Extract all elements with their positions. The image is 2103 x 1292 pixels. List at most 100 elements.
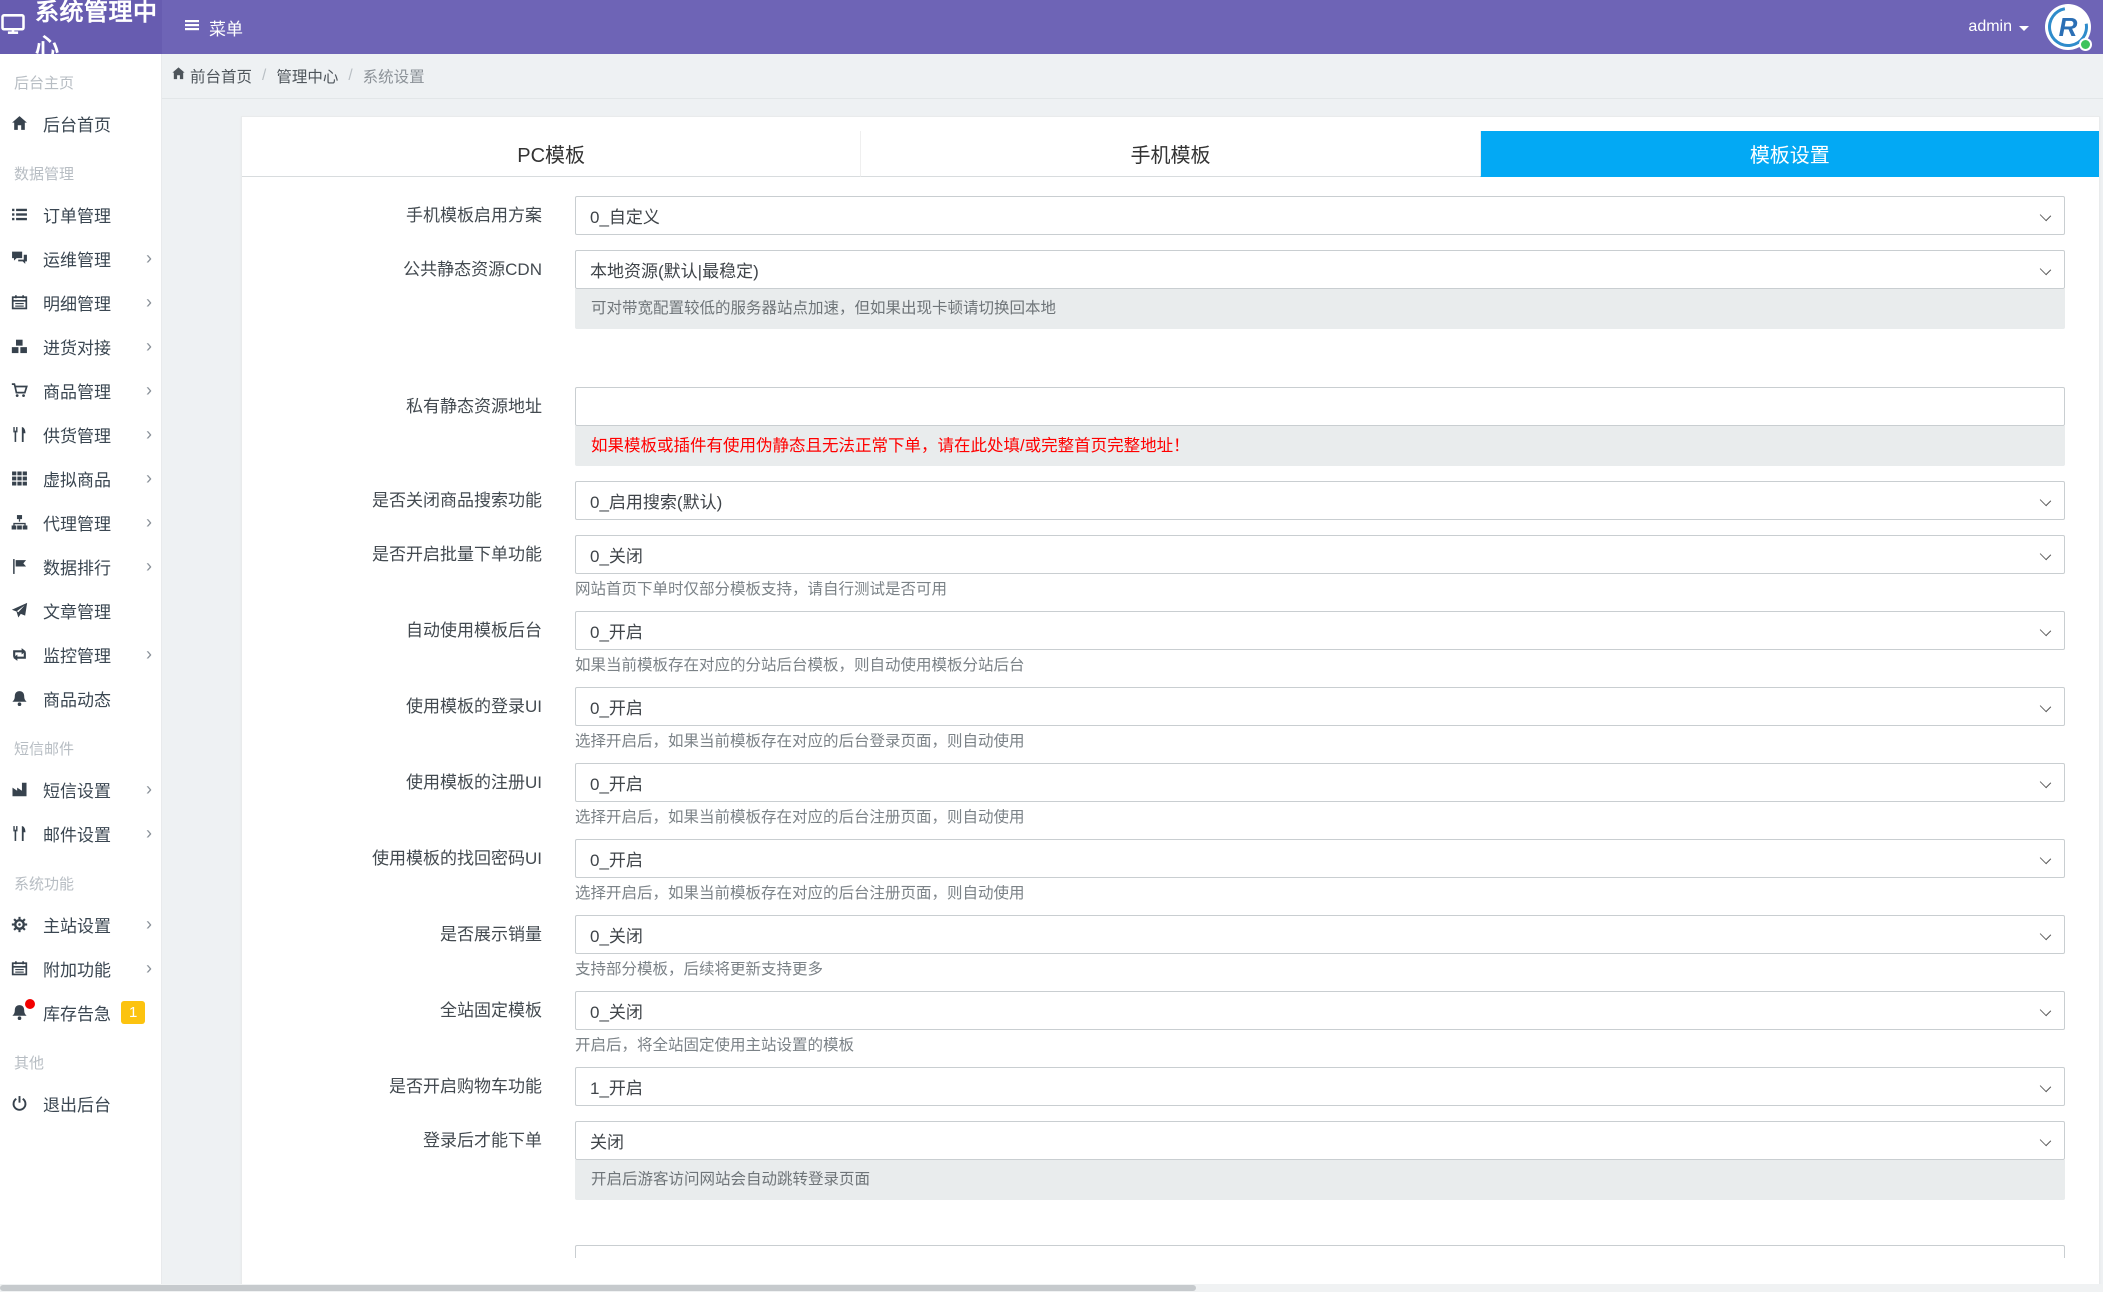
field-warning-text: 如果模板或插件有使用伪静态且无法正常下单，请在此处填/或完整首页完整地址！ bbox=[575, 426, 2065, 466]
sidebar-item-数据排行[interactable]: 数据排行 › bbox=[0, 544, 161, 588]
chevron-down-icon bbox=[2039, 263, 2052, 276]
field-label: 是否开启批量下单功能 bbox=[372, 545, 542, 564]
form-row: 手机模板启用方案 0_自定义 bbox=[242, 196, 2099, 235]
select-使用模板的找回密码UI[interactable]: 0_开启 bbox=[575, 839, 2065, 878]
avatar[interactable]: R bbox=[2040, 0, 2096, 55]
main-area: 前台首页 / 管理中心 / 系统设置 PC模板 手机模板 模板设置 手机模板启用方案 0_自定… bbox=[162, 54, 2103, 1292]
sidebar-item-虚拟商品[interactable]: 虚拟商品 › bbox=[0, 456, 161, 500]
sidebar-item-主站设置[interactable]: 主站设置 › bbox=[0, 902, 161, 946]
select-登录后才能下单[interactable]: 关闭 bbox=[575, 1121, 2065, 1160]
horizontal-scrollbar-thumb[interactable] bbox=[0, 1285, 1196, 1291]
chevron-down-icon bbox=[2039, 776, 2052, 789]
menu-label: 菜单 bbox=[209, 19, 243, 39]
sidebar-item-代理管理[interactable]: 代理管理 › bbox=[0, 500, 161, 544]
sidebar-item-库存告急[interactable]: 库存告急 1 bbox=[0, 990, 161, 1034]
sidebar-item-明细管理[interactable]: 明细管理 › bbox=[0, 280, 161, 324]
tab-label: 模板设置 bbox=[1749, 145, 1830, 167]
sidebar-item-订单管理[interactable]: 订单管理 bbox=[0, 192, 161, 236]
form-row: 私有静态资源地址 如果模板或插件有使用伪静态且无法正常下单，请在此处填/或完整首页… bbox=[242, 387, 2099, 466]
select-自动使用模板后台[interactable]: 0_开启 bbox=[575, 611, 2065, 650]
chevron-right-icon: › bbox=[146, 424, 152, 444]
chevron-down-icon bbox=[2039, 1004, 2052, 1017]
tab-PC模板[interactable]: PC模板 bbox=[242, 131, 861, 177]
form-row: 公共静态资源CDN 本地资源(默认|最稳定) 可对带宽配置较低的服务器站点加速，但如… bbox=[242, 250, 2099, 329]
field-control: 0_开启 如果当前模板存在对应的分站后台模板，则自动使用模板分站后台 bbox=[575, 611, 2065, 676]
sidebar-item-label: 附加功能 bbox=[43, 960, 111, 980]
app-brand[interactable]: 系统管理中心 bbox=[0, 0, 162, 61]
chevron-right-icon: › bbox=[146, 468, 152, 488]
select-手机模板启用方案[interactable]: 0_自定义 bbox=[575, 196, 2065, 235]
sidebar-item-label: 订单管理 bbox=[43, 206, 111, 226]
hidden-partial-select[interactable] bbox=[575, 1245, 2065, 1258]
select-是否开启批量下单功能[interactable]: 0_关闭 bbox=[575, 535, 2065, 574]
sidebar-item-label: 短信设置 bbox=[43, 781, 111, 801]
monitor-icon bbox=[0, 12, 26, 43]
breadcrumb-item: 系统设置 bbox=[363, 65, 425, 87]
sidebar-item-label: 进货对接 bbox=[43, 338, 111, 358]
sidebar-item-监控管理[interactable]: 监控管理 › bbox=[0, 632, 161, 676]
field-label: 使用模板的登录UI bbox=[406, 697, 542, 716]
field-label: 是否关闭商品搜索功能 bbox=[372, 491, 542, 510]
paper-plane-icon bbox=[8, 601, 30, 619]
sidebar-item-供货管理[interactable]: 供货管理 › bbox=[0, 412, 161, 456]
field-control: 0_关闭开启后，将全站固定使用主站设置的模板 bbox=[575, 991, 2065, 1056]
breadcrumb-item[interactable]: 前台首页 bbox=[171, 65, 252, 87]
cutlery-icon bbox=[8, 824, 30, 842]
form-row: 是否开启购物车功能 1_开启 bbox=[242, 1067, 2099, 1106]
select-value: 本地资源(默认|最稳定) bbox=[590, 262, 759, 281]
select-全站固定模板[interactable]: 0_关闭 bbox=[575, 991, 2065, 1030]
tab-label: PC模板 bbox=[517, 145, 586, 167]
cubes-icon bbox=[8, 337, 30, 355]
field-control: 0_开启 选择开启后，如果当前模板存在对应的后台注册页面，则自动使用 bbox=[575, 839, 2065, 904]
sidebar-item-label: 商品动态 bbox=[43, 690, 111, 710]
chevron-down-icon bbox=[2039, 928, 2052, 941]
field-help-text: 开启后，将全站固定使用主站设置的模板 bbox=[575, 1037, 855, 1054]
sidebar-item-邮件设置[interactable]: 邮件设置 › bbox=[0, 811, 161, 855]
sidebar-item-进货对接[interactable]: 进货对接 › bbox=[0, 324, 161, 368]
sidebar-item-label: 库存告急 bbox=[43, 1004, 111, 1024]
user-dropdown[interactable]: admin bbox=[1968, 18, 2029, 36]
select-value: 0_关闭 bbox=[590, 927, 643, 946]
sidebar: 后台主页 后台首页 数据管理 订单管理 运维管理 › 明细管理 › 进货对接 › 商品管理 › 供货管理… bbox=[0, 54, 162, 1292]
chevron-right-icon: › bbox=[146, 914, 152, 934]
select-使用模板的登录UI[interactable]: 0_开启 bbox=[575, 687, 2065, 726]
breadcrumb-label: 管理中心 bbox=[276, 69, 339, 86]
chevron-down-icon bbox=[2039, 624, 2052, 637]
comments-icon bbox=[8, 249, 30, 267]
field-control: 0_关闭 支持部分模板，后续将更新支持更多 bbox=[575, 915, 2065, 980]
field-help-text: 选择开启后，如果当前模板存在对应的后台注册页面，则自动使用 bbox=[575, 809, 1025, 826]
username: admin bbox=[1968, 18, 2012, 35]
tab-label: 手机模板 bbox=[1130, 145, 1211, 167]
top-navbar: 系统管理中心 菜单 admin R bbox=[0, 0, 2103, 61]
select-是否开启购物车功能[interactable]: 1_开启 bbox=[575, 1067, 2065, 1106]
retweet-icon bbox=[8, 645, 30, 663]
select-使用模板的注册UI[interactable]: 0_开启 bbox=[575, 763, 2065, 802]
sidebar-section-header: 数据管理 bbox=[14, 166, 75, 183]
field-help-text: 选择开启后，如果当前模板存在对应的后台登录页面，则自动使用 bbox=[575, 733, 1025, 750]
breadcrumb-item[interactable]: 管理中心 bbox=[276, 65, 338, 87]
sidebar-item-后台首页[interactable]: 后台首页 bbox=[0, 101, 161, 145]
breadcrumb-label: 系统设置 bbox=[362, 69, 425, 86]
calendar-icon bbox=[8, 293, 30, 311]
input-私有静态资源地址[interactable] bbox=[575, 387, 2065, 426]
tab-模板设置[interactable]: 模板设置 bbox=[1479, 131, 2099, 177]
settings-form: 手机模板启用方案 0_自定义公共静态资源CDN 本地资源(默认|最稳定) 可对带宽配置… bbox=[242, 177, 2099, 1258]
horizontal-scrollbar bbox=[0, 1284, 2103, 1292]
sidebar-item-商品动态[interactable]: 商品动态 bbox=[0, 676, 161, 720]
sidebar-item-附加功能[interactable]: 附加功能 › bbox=[0, 946, 161, 990]
sidebar-item-短信设置[interactable]: 短信设置 › bbox=[0, 767, 161, 811]
sidebar-item-label: 退出后台 bbox=[43, 1095, 111, 1115]
tab-手机模板[interactable]: 手机模板 bbox=[860, 131, 1480, 177]
cart-icon bbox=[8, 381, 30, 399]
sidebar-item-商品管理[interactable]: 商品管理 › bbox=[0, 368, 161, 412]
chevron-right-icon: › bbox=[146, 380, 152, 400]
sidebar-item-退出后台[interactable]: 退出后台 bbox=[0, 1081, 161, 1125]
select-是否关闭商品搜索功能[interactable]: 0_启用搜索(默认) bbox=[575, 481, 2065, 520]
sidebar-item-运维管理[interactable]: 运维管理 › bbox=[0, 236, 161, 280]
sidebar-toggle-button[interactable]: 菜单 bbox=[183, 15, 243, 40]
sidebar-item-文章管理[interactable]: 文章管理 bbox=[0, 588, 161, 632]
select-是否展示销量[interactable]: 0_关闭 bbox=[575, 915, 2065, 954]
select-公共静态资源CDN[interactable]: 本地资源(默认|最稳定) bbox=[575, 250, 2065, 289]
select-value: 0_自定义 bbox=[590, 208, 660, 227]
bc-home-icon bbox=[171, 66, 186, 86]
